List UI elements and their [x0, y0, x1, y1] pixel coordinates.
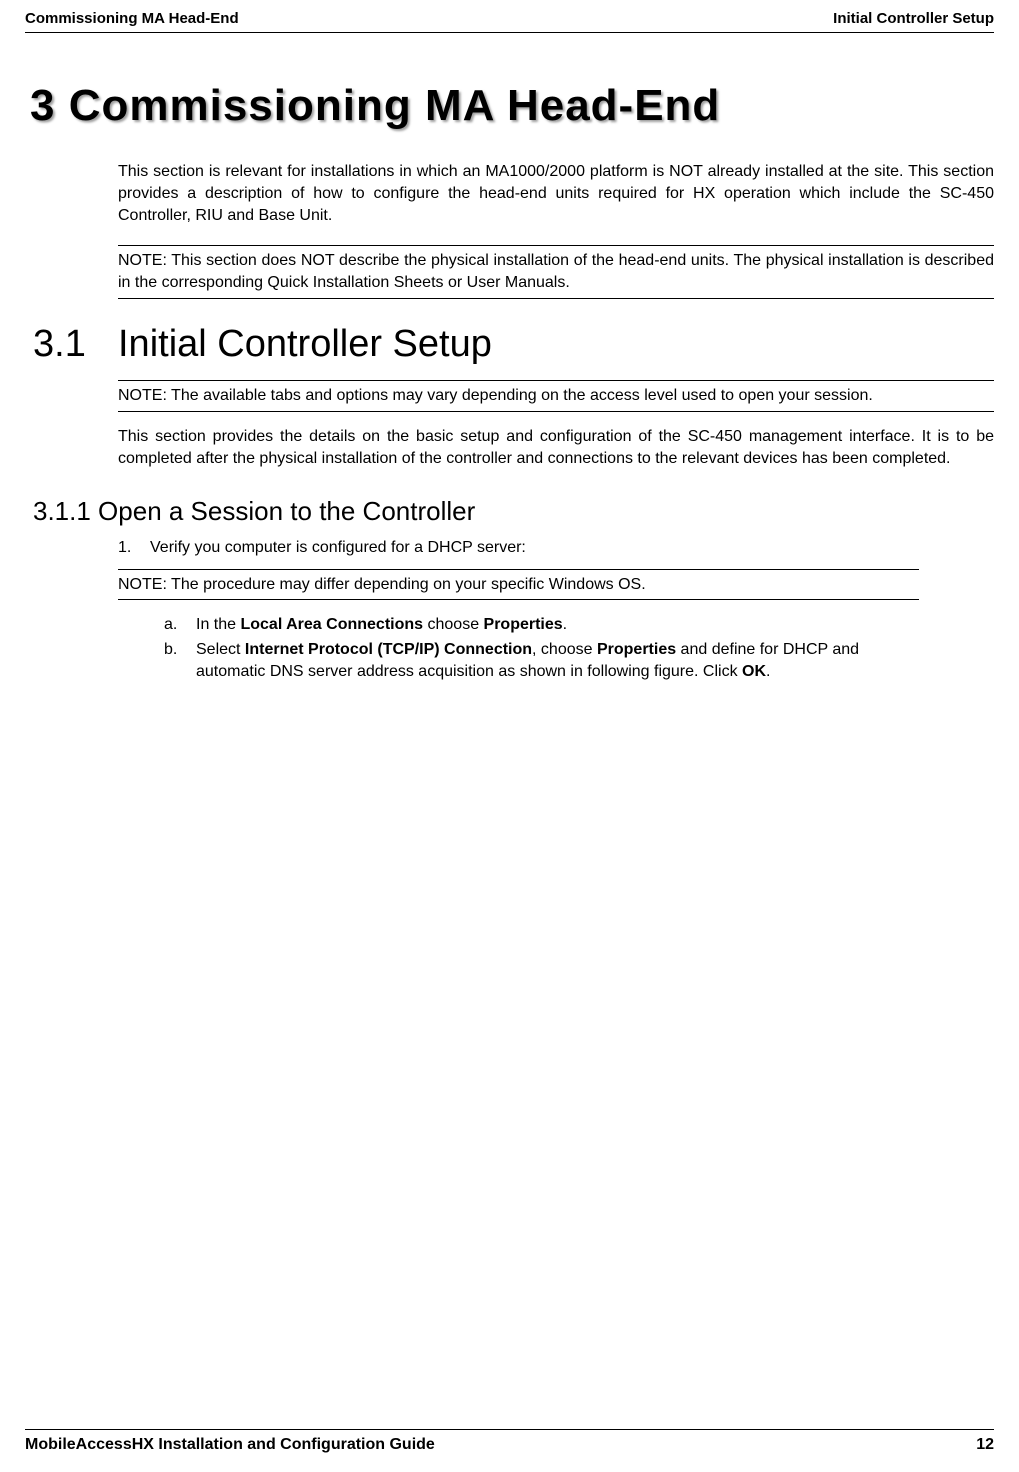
note-box-2: NOTE: The available tabs and options may…: [118, 380, 994, 412]
substep-marker: b.: [164, 639, 196, 684]
chapter-title: 3 Commissioning MA Head-End: [30, 81, 1019, 131]
intro-paragraph: This section is relevant for installatio…: [118, 161, 994, 227]
substep-b-text: Select Internet Protocol (TCP/IP) Connec…: [196, 639, 919, 684]
header-rule: [25, 32, 994, 33]
step-marker: 1.: [118, 537, 150, 559]
section-number: 3.1: [33, 323, 118, 366]
header-right: Initial Controller Setup: [833, 10, 994, 27]
section-title: Initial Controller Setup: [118, 323, 492, 366]
substep-a-text: In the Local Area Connections choose Pro…: [196, 614, 567, 636]
header-left: Commissioning MA Head-End: [25, 10, 239, 27]
section-3-1-heading: 3.1 Initial Controller Setup: [33, 323, 1019, 366]
step-text: Verify you computer is configured for a …: [150, 537, 526, 559]
step-1: 1. Verify you computer is configured for…: [118, 537, 994, 559]
substep-marker: a.: [164, 614, 196, 636]
note-box-1: NOTE: This section does NOT describe the…: [118, 245, 994, 299]
page-footer: MobileAccessHX Installation and Configur…: [25, 1429, 994, 1454]
page-header: Commissioning MA Head-End Initial Contro…: [0, 0, 1019, 32]
footer-rule: [25, 1429, 994, 1430]
footer-title: MobileAccessHX Installation and Configur…: [25, 1436, 435, 1454]
substep-b: b. Select Internet Protocol (TCP/IP) Con…: [164, 639, 919, 684]
page-number: 12: [976, 1436, 994, 1454]
body-paragraph: This section provides the details on the…: [118, 426, 994, 470]
note-box-3: NOTE: The procedure may differ depending…: [118, 569, 919, 601]
section-3-1-1-heading: 3.1.1 Open a Session to the Controller: [33, 496, 1019, 527]
substep-a: a. In the Local Area Connections choose …: [164, 614, 919, 636]
